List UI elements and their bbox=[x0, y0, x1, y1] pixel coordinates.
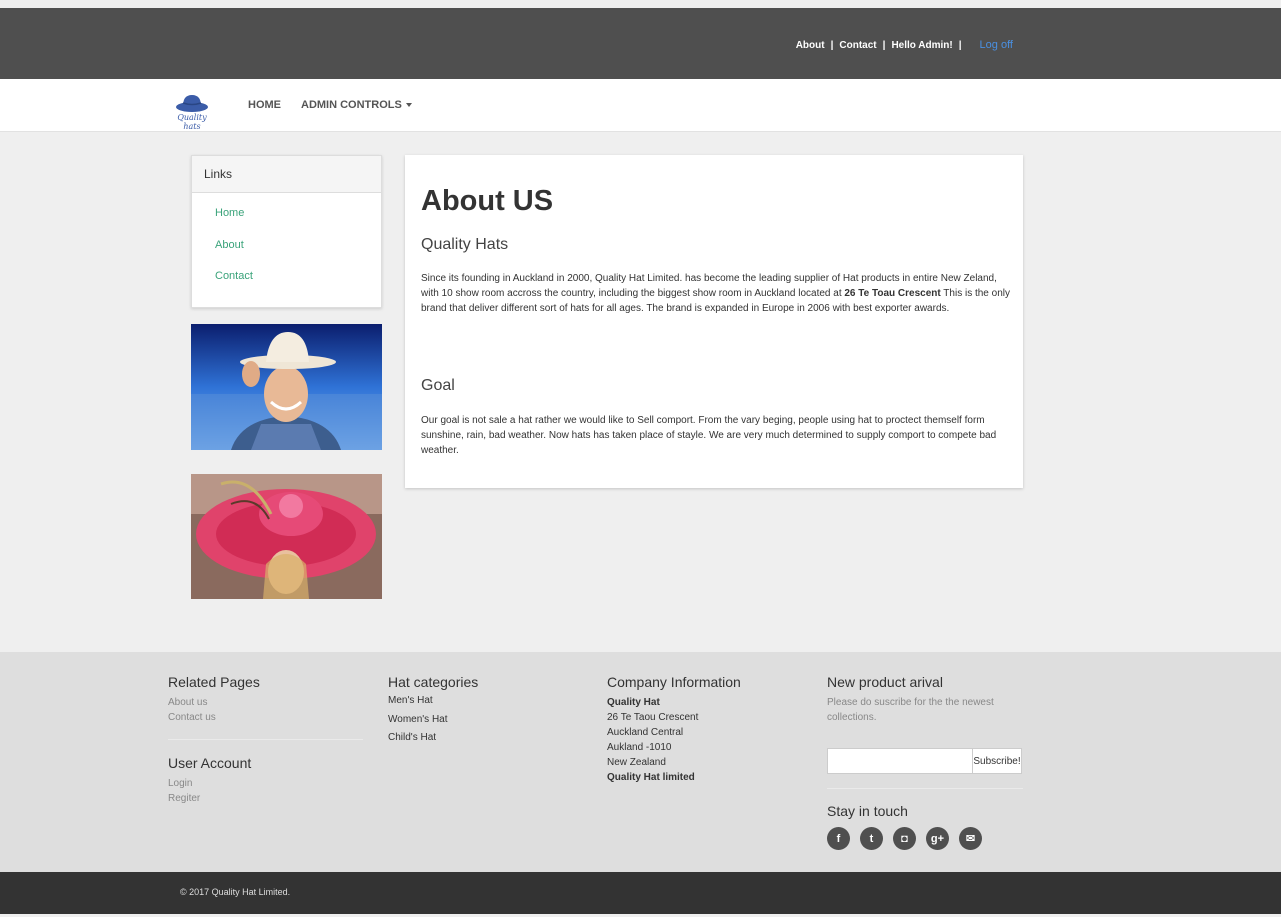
footer-heading-stay-in-touch: Stay in touch bbox=[827, 803, 908, 819]
logo-text: Quality hats bbox=[177, 113, 207, 131]
footer-heading-new-product: New product arival bbox=[827, 674, 943, 690]
social-icons: f t ◘ g+ ✉ bbox=[827, 827, 1023, 850]
greeting-link[interactable]: Hello Admin! bbox=[891, 40, 952, 51]
about-paragraph: Since its founding in Auckland in 2000, … bbox=[421, 271, 1011, 316]
category-childs-hat[interactable]: Child's Hat bbox=[388, 729, 583, 748]
footer-link-register[interactable]: Regiter bbox=[168, 791, 363, 806]
footer-heading-company: Company Information bbox=[607, 674, 741, 690]
footer-link-about[interactable]: About us bbox=[168, 695, 363, 710]
goal-paragraph: Our goal is not sale a hat rather we wou… bbox=[421, 415, 997, 456]
address-line: Aukland -1010 bbox=[607, 742, 672, 753]
top-link-about[interactable]: About bbox=[796, 40, 825, 51]
nav-admin-controls[interactable]: ADMIN CONTROLS bbox=[301, 99, 412, 111]
section-heading-quality-hats: Quality Hats bbox=[421, 236, 509, 253]
subscribe-button[interactable]: Subscribe! bbox=[973, 748, 1022, 774]
hat-logo-icon bbox=[176, 95, 208, 112]
address-line: 26 Te Taou Crescent bbox=[607, 712, 699, 723]
address-line: New Zealand bbox=[607, 757, 666, 768]
footer: Related Pages About us Contact us User A… bbox=[0, 652, 1281, 872]
top-bar: About | Contact | Hello Admin! | Log off bbox=[0, 8, 1281, 79]
logoff-link[interactable]: Log off bbox=[980, 39, 1013, 51]
address-highlight: 26 Te Toau Crescent bbox=[844, 288, 941, 299]
nav-admin-label: ADMIN CONTROLS bbox=[301, 99, 402, 111]
sidebar-link-about[interactable]: About bbox=[215, 239, 358, 271]
email-icon[interactable]: ✉ bbox=[959, 827, 982, 850]
links-panel-title: Links bbox=[192, 156, 381, 193]
sidebar-link-contact[interactable]: Contact bbox=[215, 270, 358, 302]
footer-divider bbox=[827, 788, 1023, 789]
newsletter-text: Please do suscribe for the the newest co… bbox=[827, 697, 994, 723]
google-plus-icon[interactable]: g+ bbox=[926, 827, 949, 850]
facebook-icon[interactable]: f bbox=[827, 827, 850, 850]
separator: | bbox=[830, 39, 834, 51]
nav-home[interactable]: HOME bbox=[248, 99, 281, 111]
category-womens-hat[interactable]: Women's Hat bbox=[388, 711, 583, 730]
pink-hat-photo bbox=[191, 474, 382, 599]
instagram-icon[interactable]: ◘ bbox=[893, 827, 916, 850]
twitter-icon[interactable]: t bbox=[860, 827, 883, 850]
separator: | bbox=[958, 39, 962, 51]
footer-heading-account: User Account bbox=[168, 755, 252, 771]
email-input[interactable] bbox=[827, 748, 973, 774]
category-mens-hat[interactable]: Men's Hat bbox=[388, 692, 583, 711]
page-title: About US bbox=[421, 185, 554, 217]
footer-col-related: Related Pages About us Contact us User A… bbox=[168, 674, 363, 806]
cowboy-hat-photo bbox=[191, 324, 382, 450]
section-heading-goal: Goal bbox=[421, 377, 455, 394]
footer-col-company: Company Information Quality Hat 26 Te Ta… bbox=[607, 674, 802, 785]
footer-col-newsletter: New product arival Please do suscribe fo… bbox=[827, 674, 1023, 850]
top-strip bbox=[0, 0, 1281, 8]
sidebar-link-home[interactable]: Home bbox=[215, 207, 358, 239]
copyright-text: © 2017 Quality Hat Limited. bbox=[180, 887, 291, 897]
brand-logo[interactable]: Quality hats bbox=[172, 91, 212, 131]
footer-divider bbox=[168, 739, 363, 740]
footer-heading-categories: Hat categories bbox=[388, 674, 479, 690]
footer-col-categories: Hat categories Men's Hat Women's Hat Chi… bbox=[388, 674, 583, 748]
links-list: Home About Contact bbox=[192, 193, 381, 316]
subscribe-form: Subscribe! bbox=[827, 748, 1022, 774]
caret-down-icon bbox=[405, 103, 412, 108]
main-navbar: Quality hats HOME ADMIN CONTROLS bbox=[0, 79, 1281, 132]
footer-link-contact[interactable]: Contact us bbox=[168, 710, 363, 725]
top-link-contact[interactable]: Contact bbox=[839, 40, 876, 51]
top-links: About | Contact | Hello Admin! | Log off bbox=[796, 39, 1013, 51]
links-panel: Links Home About Contact bbox=[191, 155, 382, 308]
copyright-bar: © 2017 Quality Hat Limited. bbox=[0, 872, 1281, 914]
footer-heading-related: Related Pages bbox=[168, 674, 260, 690]
footer-link-login[interactable]: Login bbox=[168, 776, 363, 791]
separator: | bbox=[882, 39, 886, 51]
company-name: Quality Hat bbox=[607, 697, 660, 708]
nav-menu: HOME ADMIN CONTROLS bbox=[248, 99, 412, 111]
about-content-card: About US Quality Hats Since its founding… bbox=[405, 155, 1023, 488]
address-line: Auckland Central bbox=[607, 727, 684, 738]
company-legal-name: Quality Hat limited bbox=[607, 772, 695, 783]
